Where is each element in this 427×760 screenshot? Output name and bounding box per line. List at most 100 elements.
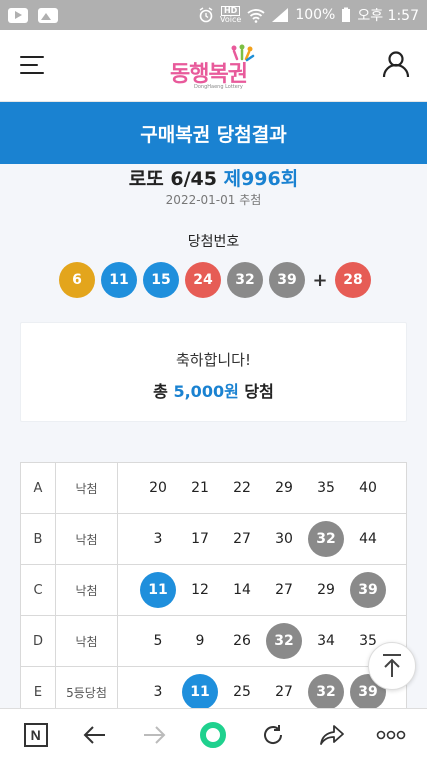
ticket-number: 27 (275, 684, 293, 700)
ticket-game-label: D (21, 616, 56, 666)
ticket-number-cell: 27 (221, 521, 263, 557)
prize-result-box: 축하합니다! 총 5,000원 당첨 (20, 322, 407, 422)
logo-subtext: DongHaeng Lottery (194, 84, 243, 90)
ticket-number: 27 (233, 531, 251, 547)
prize-suffix: 당첨 (244, 382, 274, 401)
ticket-number-cell: 30 (263, 521, 305, 557)
battery-level: 100% (295, 7, 336, 23)
ticket-number-cell: 9 (179, 623, 221, 659)
prize-prefix: 총 (153, 382, 168, 401)
status-bar: HD Voice 100% 오후 1:57 (0, 0, 427, 30)
hd-voice-indicator: HD Voice (220, 6, 241, 24)
ticket-rank: 낙첨 (56, 565, 118, 615)
ticket-number-cell: 35 (305, 470, 347, 506)
user-icon[interactable] (382, 50, 410, 78)
ticket-number: 29 (275, 480, 293, 496)
ticket-game-label: E (21, 667, 56, 708)
matched-number-ball: 39 (350, 572, 386, 608)
ticket-number: 3 (153, 531, 163, 547)
ticket-number: 5 (153, 633, 163, 649)
share-button[interactable] (312, 715, 352, 755)
more-icon (377, 730, 406, 739)
ticket-number-cell: 21 (179, 470, 221, 506)
ticket-rank: 낙첨 (56, 514, 118, 564)
ticket-number: 40 (359, 480, 377, 496)
back-button[interactable] (75, 715, 115, 755)
forward-button[interactable] (134, 715, 174, 755)
ticket-number: 22 (233, 480, 251, 496)
menu-icon[interactable] (20, 54, 44, 76)
congrats-text: 축하합니다! (175, 351, 251, 369)
more-button[interactable] (371, 715, 411, 755)
ticket-numbers: 5 9 26 32 34 35 (118, 623, 406, 659)
ticket-number: 35 (359, 633, 377, 649)
ticket-number: 17 (191, 531, 209, 547)
refresh-button[interactable] (253, 715, 293, 755)
ticket-row: B 낙첨 3 17 27 30 32 44 (21, 514, 406, 565)
ticket-number-cell: 27 (263, 674, 305, 708)
ticket-number-cell: 26 (221, 623, 263, 659)
ticket-numbers: 3 11 25 27 32 39 (118, 674, 406, 708)
ticket-number-cell: 29 (305, 572, 347, 608)
gallery-icon (38, 7, 58, 23)
ticket-number-cell: 39 (347, 572, 389, 608)
battery-icon (342, 7, 351, 22)
naver-home-button[interactable]: N (16, 715, 56, 755)
bonus-plus: + (312, 269, 328, 291)
ticket-number-cell: 29 (263, 470, 305, 506)
wifi-icon (247, 9, 265, 23)
donghaeng-logo[interactable]: 동행복권 DongHaeng Lottery (170, 44, 260, 90)
ticket-number-cell: 27 (263, 572, 305, 608)
ticket-number-cell: 3 (137, 674, 179, 708)
ticket-row: A 낙첨 20 21 22 29 35 40 (21, 463, 406, 514)
ticket-number: 12 (191, 582, 209, 598)
scroll-top-button[interactable] (368, 642, 416, 690)
prize-summary: 총 5,000원 당첨 (21, 378, 406, 402)
ticket-number: 9 (195, 633, 205, 649)
ticket-number-cell: 14 (221, 572, 263, 608)
matched-number-ball: 32 (308, 674, 344, 708)
winning-ball: 6 (59, 262, 95, 298)
ticket-number: 14 (233, 582, 251, 598)
ticket-game-label: C (21, 565, 56, 615)
ticket-number-cell: 32 (263, 623, 305, 659)
matched-number-ball: 11 (140, 572, 176, 608)
ticket-number-cell: 22 (221, 470, 263, 506)
ticket-number-cell: 25 (221, 674, 263, 708)
winning-ball: 15 (143, 262, 179, 298)
ticket-number: 34 (317, 633, 335, 649)
ticket-number: 21 (191, 480, 209, 496)
back-icon (83, 725, 105, 744)
signal-icon (272, 8, 289, 22)
ticket-rank: 낙첨 (56, 463, 118, 513)
app-header: 동행복권 DongHaeng Lottery (0, 30, 427, 102)
ticket-number-cell: 5 (137, 623, 179, 659)
matched-number-ball: 32 (308, 521, 344, 557)
green-dot-button[interactable] (193, 715, 233, 755)
ticket-number-cell: 12 (179, 572, 221, 608)
ticket-number-cell: 3 (137, 521, 179, 557)
ticket-number-cell: 11 (179, 674, 221, 708)
ticket-row: E 5등당첨 3 11 25 27 32 39 (21, 667, 406, 708)
ticket-number-cell: 40 (347, 470, 389, 506)
result-content: 로또 6/45 제996회 2022-01-01 추첨 당첨번호 6 11 15… (0, 164, 427, 708)
ticket-number-cell: 20 (137, 470, 179, 506)
green-dot-icon (200, 721, 227, 748)
ticket-number-cell: 34 (305, 623, 347, 659)
ticket-number: 30 (275, 531, 293, 547)
ticket-numbers: 11 12 14 27 29 39 (118, 572, 406, 608)
ticket-number: 3 (153, 684, 163, 700)
youtube-icon (8, 7, 28, 23)
ticket-number-cell: 32 (305, 674, 347, 708)
bonus-ball: 28 (335, 262, 371, 298)
game-name: 로또 6/45 (128, 168, 217, 190)
winning-ball: 11 (101, 262, 137, 298)
ticket-numbers: 20 21 22 29 35 40 (118, 470, 406, 506)
ticket-number-cell: 17 (179, 521, 221, 557)
ticket-game-label: B (21, 514, 56, 564)
prize-amount: 5,000원 (173, 382, 239, 401)
ticket-number: 35 (317, 480, 335, 496)
winning-numbers: 6 11 15 24 32 39 + 28 (59, 262, 377, 298)
ticket-number: 26 (233, 633, 251, 649)
draw-round: 제996회 (223, 168, 299, 190)
